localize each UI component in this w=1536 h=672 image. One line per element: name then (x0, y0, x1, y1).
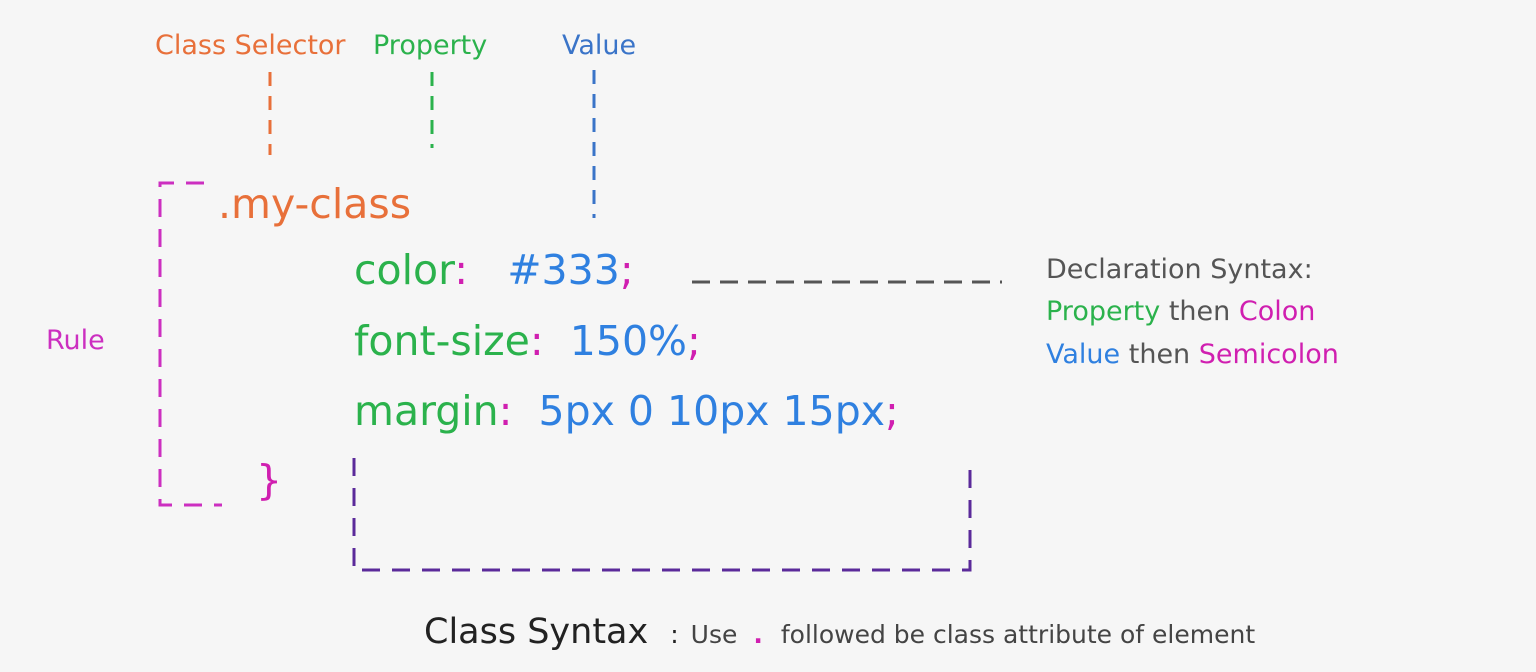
property-label-text: Property (373, 30, 488, 61)
declaration-note-line1: Property then Colon (1046, 298, 1315, 325)
property-text: color (354, 246, 455, 294)
declaration-note-line2: Value then Semicolon (1046, 341, 1339, 368)
diagram-connectors (158, 70, 1002, 572)
footer-dot: . (753, 620, 763, 649)
note-property-text: Property (1046, 296, 1161, 327)
class-selector-label-text: Class Selector (155, 30, 346, 61)
selector-line: .my-class (218, 184, 411, 225)
declaration-note-title-text: Declaration Syntax: (1046, 254, 1313, 285)
note-value-text: Value (1046, 339, 1121, 370)
closing-brace-text: } (256, 456, 283, 504)
footer-description: followed be class attribute of element (780, 620, 1256, 649)
declaration-row-font-size: font-size: 150%; (354, 321, 701, 362)
rule-label: Rule (46, 327, 105, 354)
class-selector-label: Class Selector (155, 32, 346, 59)
footer: Class Syntax: Use. followed be class attri… (424, 615, 1255, 650)
closing-brace: } (256, 460, 282, 501)
footer-separator: : (670, 620, 679, 649)
selector-text: .my-class (218, 180, 412, 228)
note-colon-text: Colon (1238, 296, 1316, 327)
note-semicolon-text: Semicolon (1198, 339, 1339, 370)
property-label: Property (373, 32, 487, 59)
footer-use: Use (690, 620, 738, 649)
declaration-note-title: Declaration Syntax: (1046, 256, 1313, 283)
colon-text: : (529, 317, 544, 365)
rule-bracket (158, 181, 222, 507)
value-text: 5px 0 10px 15px (538, 387, 885, 435)
declaration-row-margin: margin: 5px 0 10px 15px; (354, 391, 899, 432)
declaration-bracket (352, 458, 972, 572)
semicolon-text: ; (885, 387, 899, 435)
property-text: font-size (354, 317, 530, 365)
note-then-text: then (1128, 339, 1191, 370)
value-label: Value (562, 32, 636, 59)
colon-text: : (454, 246, 469, 294)
class-syntax-diagram: Class Selector Property Value Rule .my-c… (0, 0, 1536, 672)
note-then-text: then (1168, 296, 1231, 327)
semicolon-text: ; (619, 246, 634, 294)
footer-title: Class Syntax (424, 612, 649, 652)
value-text: 150% (569, 317, 687, 365)
property-text: margin (354, 387, 499, 435)
semicolon-text: ; (687, 317, 701, 365)
colon-text: : (498, 387, 513, 435)
rule-label-text: Rule (46, 325, 105, 356)
value-text: #333 (507, 246, 620, 294)
declaration-row-color: color: #333; (354, 250, 634, 291)
value-label-text: Value (562, 30, 637, 61)
